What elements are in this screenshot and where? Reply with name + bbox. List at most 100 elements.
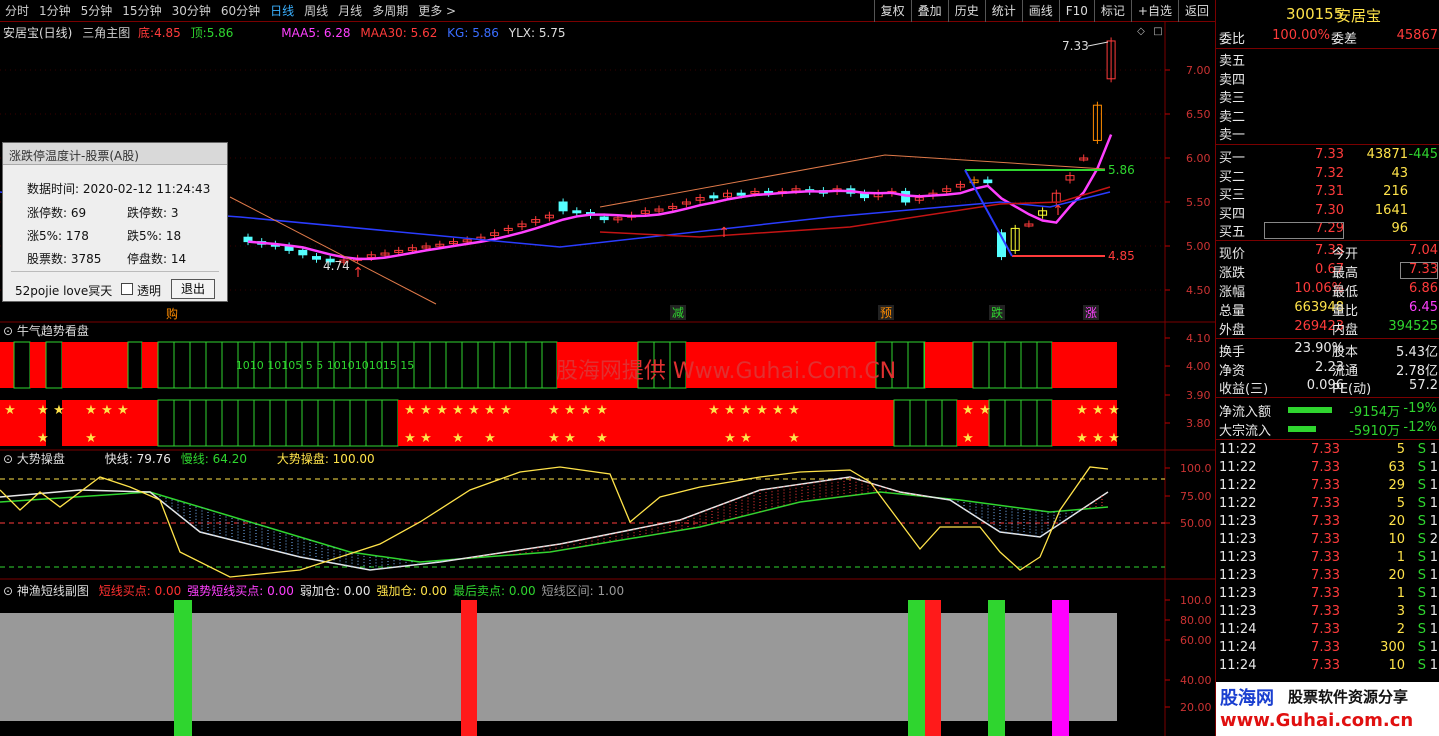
period-tab-1[interactable]: 1分钟 bbox=[34, 2, 76, 19]
exit-button[interactable]: 退出 bbox=[171, 279, 215, 299]
period-tab-9[interactable]: 多周期 bbox=[367, 2, 413, 19]
shenyu-item-5: 短线区间: 1.00 bbox=[541, 584, 625, 598]
stat2-row-2[interactable]: 收益(三) 0.096 PE(动) 57.2 bbox=[1216, 378, 1439, 397]
stat-row-3[interactable]: 总量 663948 量比 6.45 bbox=[1216, 300, 1439, 319]
shenyu-tick-label: 40.00 bbox=[1180, 674, 1212, 687]
tick-side-0: S bbox=[1417, 442, 1426, 457]
tick-row-9[interactable]: 11:23 7.33 3 S 1 bbox=[1216, 604, 1439, 622]
tick-row-5[interactable]: 11:23 7.33 10 S 2 bbox=[1216, 532, 1439, 550]
flow-row-0[interactable]: 净流入额 -9154万 -19% bbox=[1216, 401, 1439, 420]
star-icon: ★ bbox=[962, 403, 974, 418]
period-tab-5[interactable]: 60分钟 bbox=[216, 2, 265, 19]
period-tab-4[interactable]: 30分钟 bbox=[167, 2, 216, 19]
toolbar-button-2[interactable]: 历史 bbox=[947, 0, 985, 22]
toolbar-button-4[interactable]: 画线 bbox=[1021, 0, 1059, 22]
tick-time-10: 11:24 bbox=[1219, 622, 1257, 637]
tick-price-8: 7.33 bbox=[1311, 586, 1340, 601]
buy-label-4: 买五 bbox=[1219, 225, 1246, 241]
tick-row-7[interactable]: 11:23 7.33 20 S 1 bbox=[1216, 568, 1439, 586]
period-tab-3[interactable]: 15分钟 bbox=[117, 2, 166, 19]
tick-time-3: 11:22 bbox=[1219, 496, 1257, 511]
star-icon: ★ bbox=[788, 431, 800, 446]
limit-thermometer-dialog[interactable]: 涨跌停温度计-股票(A股) 数据时间: 2020-02-12 11:24:43 … bbox=[2, 142, 228, 302]
tick-row-11[interactable]: 11:24 7.33 300 S 1 bbox=[1216, 640, 1439, 658]
tick-row-2[interactable]: 11:22 7.33 29 S 1 bbox=[1216, 478, 1439, 496]
sell-row-3[interactable]: 卖二 bbox=[1216, 106, 1439, 125]
ma5-line bbox=[247, 134, 1113, 261]
toolbar-button-8[interactable]: 返回 bbox=[1177, 0, 1215, 22]
collapse-icon[interactable]: ⊙ bbox=[3, 584, 17, 598]
buy-row-0[interactable]: 买一 7.33 43871 -445 bbox=[1216, 147, 1439, 166]
star-icon: ★ bbox=[740, 431, 752, 446]
period-tab-10[interactable]: 更多 > bbox=[413, 2, 461, 19]
period-tab-7[interactable]: 周线 bbox=[299, 2, 333, 19]
transparent-checkbox[interactable] bbox=[121, 283, 133, 295]
collapse-icon[interactable]: ⊙ bbox=[3, 324, 17, 338]
buy-row-1[interactable]: 买二 7.32 43 bbox=[1216, 166, 1439, 185]
weibi-row[interactable]: 委比 100.00% 委差 45867 bbox=[1216, 28, 1439, 47]
buy-row-3[interactable]: 买四 7.30 1641 bbox=[1216, 202, 1439, 222]
tick-row-0[interactable]: 11:22 7.33 5 S 1 bbox=[1216, 442, 1439, 460]
buy-row-2[interactable]: 买三 7.31 216 bbox=[1216, 184, 1439, 203]
stock-header[interactable]: 300155 安居宝 bbox=[1216, 5, 1439, 25]
tick-row-10[interactable]: 11:24 7.33 2 S 1 bbox=[1216, 622, 1439, 640]
tick-row-6[interactable]: 11:23 7.33 1 S 1 bbox=[1216, 550, 1439, 568]
trend-tick-label: 4.10 bbox=[1186, 332, 1211, 345]
stat2-row-1[interactable]: 净资 2.23 流通 2.78亿 bbox=[1216, 360, 1439, 379]
stat-row-4[interactable]: 外盘 269423 内盘 394525 bbox=[1216, 319, 1439, 338]
period-tab-8[interactable]: 月线 bbox=[333, 2, 367, 19]
tick-row-4[interactable]: 11:23 7.33 20 S 1 bbox=[1216, 514, 1439, 532]
period-tab-0[interactable]: 分时 bbox=[0, 2, 34, 19]
tick-time-5: 11:23 bbox=[1219, 532, 1257, 547]
tick-vol-12: 10 bbox=[1388, 658, 1405, 673]
stat2-label-a-2: 收益(三) bbox=[1219, 382, 1269, 397]
stat-row-0[interactable]: 现价 7.33 今开 7.04 bbox=[1216, 243, 1439, 262]
tick-row-3[interactable]: 11:22 7.33 5 S 1 bbox=[1216, 496, 1439, 514]
chart-area[interactable]: 7.00 6.50 6.00 5.50 5.00 4.50 5.86 4.85 7.33 4.74… bbox=[0, 22, 1215, 736]
trend-title-text: 牛气趋势看盘 bbox=[16, 324, 89, 338]
candle-body bbox=[298, 249, 308, 256]
fast-line-value: 快线: 79.76 bbox=[104, 452, 171, 466]
toolbar-button-5[interactable]: F10 bbox=[1058, 0, 1094, 22]
toolbar-button-3[interactable]: 统计 bbox=[984, 0, 1022, 22]
tick-row-8[interactable]: 11:23 7.33 1 S 1 bbox=[1216, 586, 1439, 604]
sell-row-0[interactable]: 卖五 bbox=[1216, 50, 1439, 69]
stat-row-2[interactable]: 涨幅 10.06% 最低 6.86 bbox=[1216, 281, 1439, 300]
toolbar-button-6[interactable]: 标记 bbox=[1093, 0, 1131, 22]
dashi-tick-label: 75.00 bbox=[1180, 490, 1212, 503]
dialog-title[interactable]: 涨跌停温度计-股票(A股) bbox=[3, 143, 227, 165]
period-tab-2[interactable]: 5分钟 bbox=[76, 2, 118, 19]
tick-price-9: 7.33 bbox=[1311, 604, 1340, 619]
tick-count-5: 2 bbox=[1429, 532, 1438, 547]
collapse-icon[interactable]: ⊙ bbox=[3, 452, 17, 466]
watermark-2: 股票软件资源分享 bbox=[1288, 688, 1409, 706]
tick-price-7: 7.33 bbox=[1311, 568, 1340, 583]
toolbar-button-1[interactable]: 叠加 bbox=[910, 0, 948, 22]
star-icon: ★ bbox=[708, 403, 720, 418]
stop-label: 停盘数: bbox=[127, 252, 168, 266]
signal-bar bbox=[988, 600, 1005, 736]
star-icon: ★ bbox=[564, 431, 576, 446]
flow-bar bbox=[1288, 407, 1332, 413]
flow-row-1[interactable]: 大宗流入 -5910万 -12% bbox=[1216, 420, 1439, 439]
trend-bar bbox=[1052, 342, 1117, 388]
star-icon: ★ bbox=[1092, 403, 1104, 418]
trend-tick-label: 4.00 bbox=[1186, 360, 1211, 373]
tick-time-9: 11:23 bbox=[1219, 604, 1257, 619]
sell-row-2[interactable]: 卖三 bbox=[1216, 87, 1439, 106]
toolbar-button-7[interactable]: +自选 bbox=[1130, 0, 1178, 22]
stat2-row-0[interactable]: 换手 23.90% 股本 5.43亿 bbox=[1216, 341, 1439, 360]
sell-row-4[interactable]: 卖一 bbox=[1216, 124, 1439, 143]
weibi-label: 委比 bbox=[1219, 32, 1246, 47]
period-tab-6[interactable]: 日线 bbox=[265, 2, 299, 19]
toolbar-button-0[interactable]: 复权 bbox=[873, 0, 911, 22]
trend-bar bbox=[142, 342, 158, 388]
tick-row-12[interactable]: 11:24 7.33 10 S 1 bbox=[1216, 658, 1439, 676]
stat2-label-b-1: 流通 bbox=[1332, 363, 1359, 379]
tick-vol-8: 1 bbox=[1396, 586, 1405, 601]
buy-vol-3: 1641 bbox=[1374, 202, 1408, 218]
sell-row-1[interactable]: 卖四 bbox=[1216, 69, 1439, 88]
tick-row-1[interactable]: 11:22 7.33 63 S 1 bbox=[1216, 460, 1439, 478]
star-icon: ★ bbox=[500, 403, 512, 418]
tick-vol-1: 63 bbox=[1388, 460, 1405, 475]
